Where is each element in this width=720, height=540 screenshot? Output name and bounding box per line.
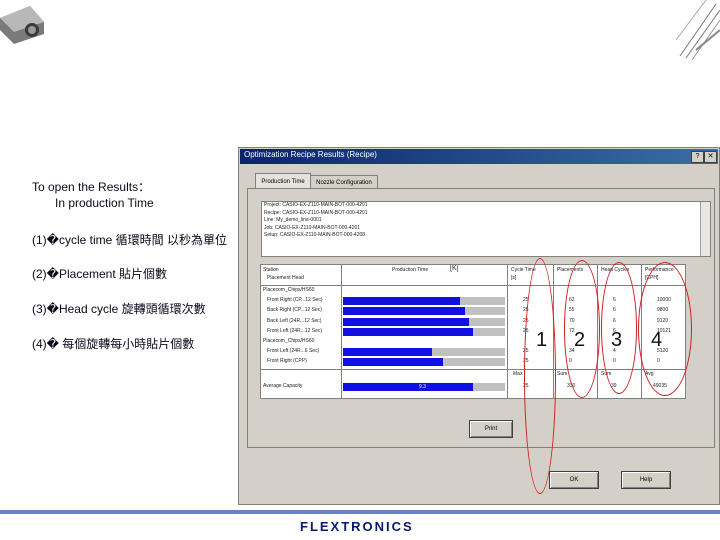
flextronics-logo: FLEXTRONICS — [300, 519, 414, 534]
average-capacity-bar-track: 9.3 — [343, 382, 505, 391]
row-label: Front Left (24R...12 Sec) — [267, 327, 323, 334]
average-capacity-bar-text: 9.3 — [419, 383, 426, 390]
info-line: Job: CASIO-EX-Z110-MAIN-BOT-000-4201 — [264, 224, 361, 231]
info-line: Recipe: CASIO-EX-Z110-MAIN-BOT-000-4201 — [264, 209, 368, 216]
production-time-bar-track — [343, 327, 505, 336]
dialog-titlebar: Optimization Recipe Results (Recipe) ? ✕ — [240, 149, 718, 164]
row-label: Placecom_Chips/HS60 — [263, 338, 315, 344]
close-titlebar-button[interactable]: ✕ — [704, 151, 717, 163]
ok-button[interactable]: OK — [549, 471, 599, 489]
production-time-bar-track — [343, 307, 505, 316]
production-time-bar — [343, 297, 460, 306]
note-performance: (4)� 每個旋轉每小時貼片個數 — [32, 337, 195, 351]
annotation-label-2: 2 — [574, 329, 586, 351]
row-label: Back Right (CP...12 Sec) — [267, 307, 322, 314]
production-time-bar — [343, 358, 444, 367]
notes-heading: To open the Results： — [32, 180, 151, 194]
corner-lines-decoration — [676, 0, 720, 60]
annotation-oval-3 — [601, 262, 637, 394]
production-time-bar — [343, 317, 470, 326]
annotation-label-1: 1 — [536, 329, 548, 351]
info-scrollbar[interactable] — [700, 202, 710, 256]
note-head-cycle: (3)�Head cycle 旋轉頭循環次數 — [32, 302, 206, 316]
info-line: Setup: CASIO-EX-Z110-MAIN-BOT-000-4208 — [264, 232, 366, 238]
annotation-label-4: 4 — [651, 329, 663, 351]
production-time-bar-track — [343, 297, 505, 306]
header-station: Station — [263, 267, 279, 273]
row-label: Placecom_Chips/HS60 — [263, 287, 315, 293]
footer-rule — [0, 510, 720, 514]
help-button[interactable]: Help — [621, 471, 671, 489]
header-cycle-time-unit: [s] — [511, 275, 517, 281]
info-line: Line: My_demo_line-0001 — [264, 217, 322, 223]
annotation-oval-1 — [524, 258, 556, 494]
production-time-bar — [343, 327, 473, 336]
production-time-bar-track — [343, 358, 505, 367]
projector-decoration-icon — [0, 0, 46, 46]
help-titlebar-button[interactable]: ? — [691, 151, 704, 163]
production-time-bar-track — [343, 317, 505, 326]
info-line: Project: CASIO-EX-Z110-MAIN-BOT-000-4201 — [264, 202, 368, 208]
row-label: Front Left (24R...6 Sec) — [267, 348, 320, 355]
note-placement: (2)�Placement 貼片個數 — [32, 267, 168, 281]
header-marker: [K] — [450, 265, 459, 272]
annotation-oval-4 — [638, 262, 692, 396]
row-label: Front Right (CPP) — [267, 358, 307, 365]
production-time-bar — [343, 348, 433, 357]
row-label: Back Left (24R...12 Sec) — [267, 317, 322, 324]
header-placement-head: Placement Head — [267, 275, 304, 281]
summary-cell: Sum — [557, 370, 568, 377]
average-capacity-bar: 9.3 — [343, 382, 473, 391]
annotation-label-3: 3 — [611, 329, 623, 351]
notes-subheading: In production Time — [55, 196, 154, 210]
note-cycle-time: (1)�cycle time 循環時間 以秒為單位 — [32, 233, 227, 247]
dialog-title: Optimization Recipe Results (Recipe) — [244, 150, 377, 159]
recipe-info-box: Project: CASIO-EX-Z110-MAIN-BOT-000-4201… — [261, 201, 711, 257]
header-production-time: Production Time — [392, 267, 429, 273]
print-button[interactable]: Print — [469, 420, 513, 438]
row-label: Front Right (CP...12 Sec) — [267, 297, 323, 304]
production-time-bar-track — [343, 348, 505, 357]
total-label: Average Capacity — [263, 382, 303, 389]
summary-cell: Max — [513, 370, 523, 377]
production-time-bar — [343, 307, 465, 316]
